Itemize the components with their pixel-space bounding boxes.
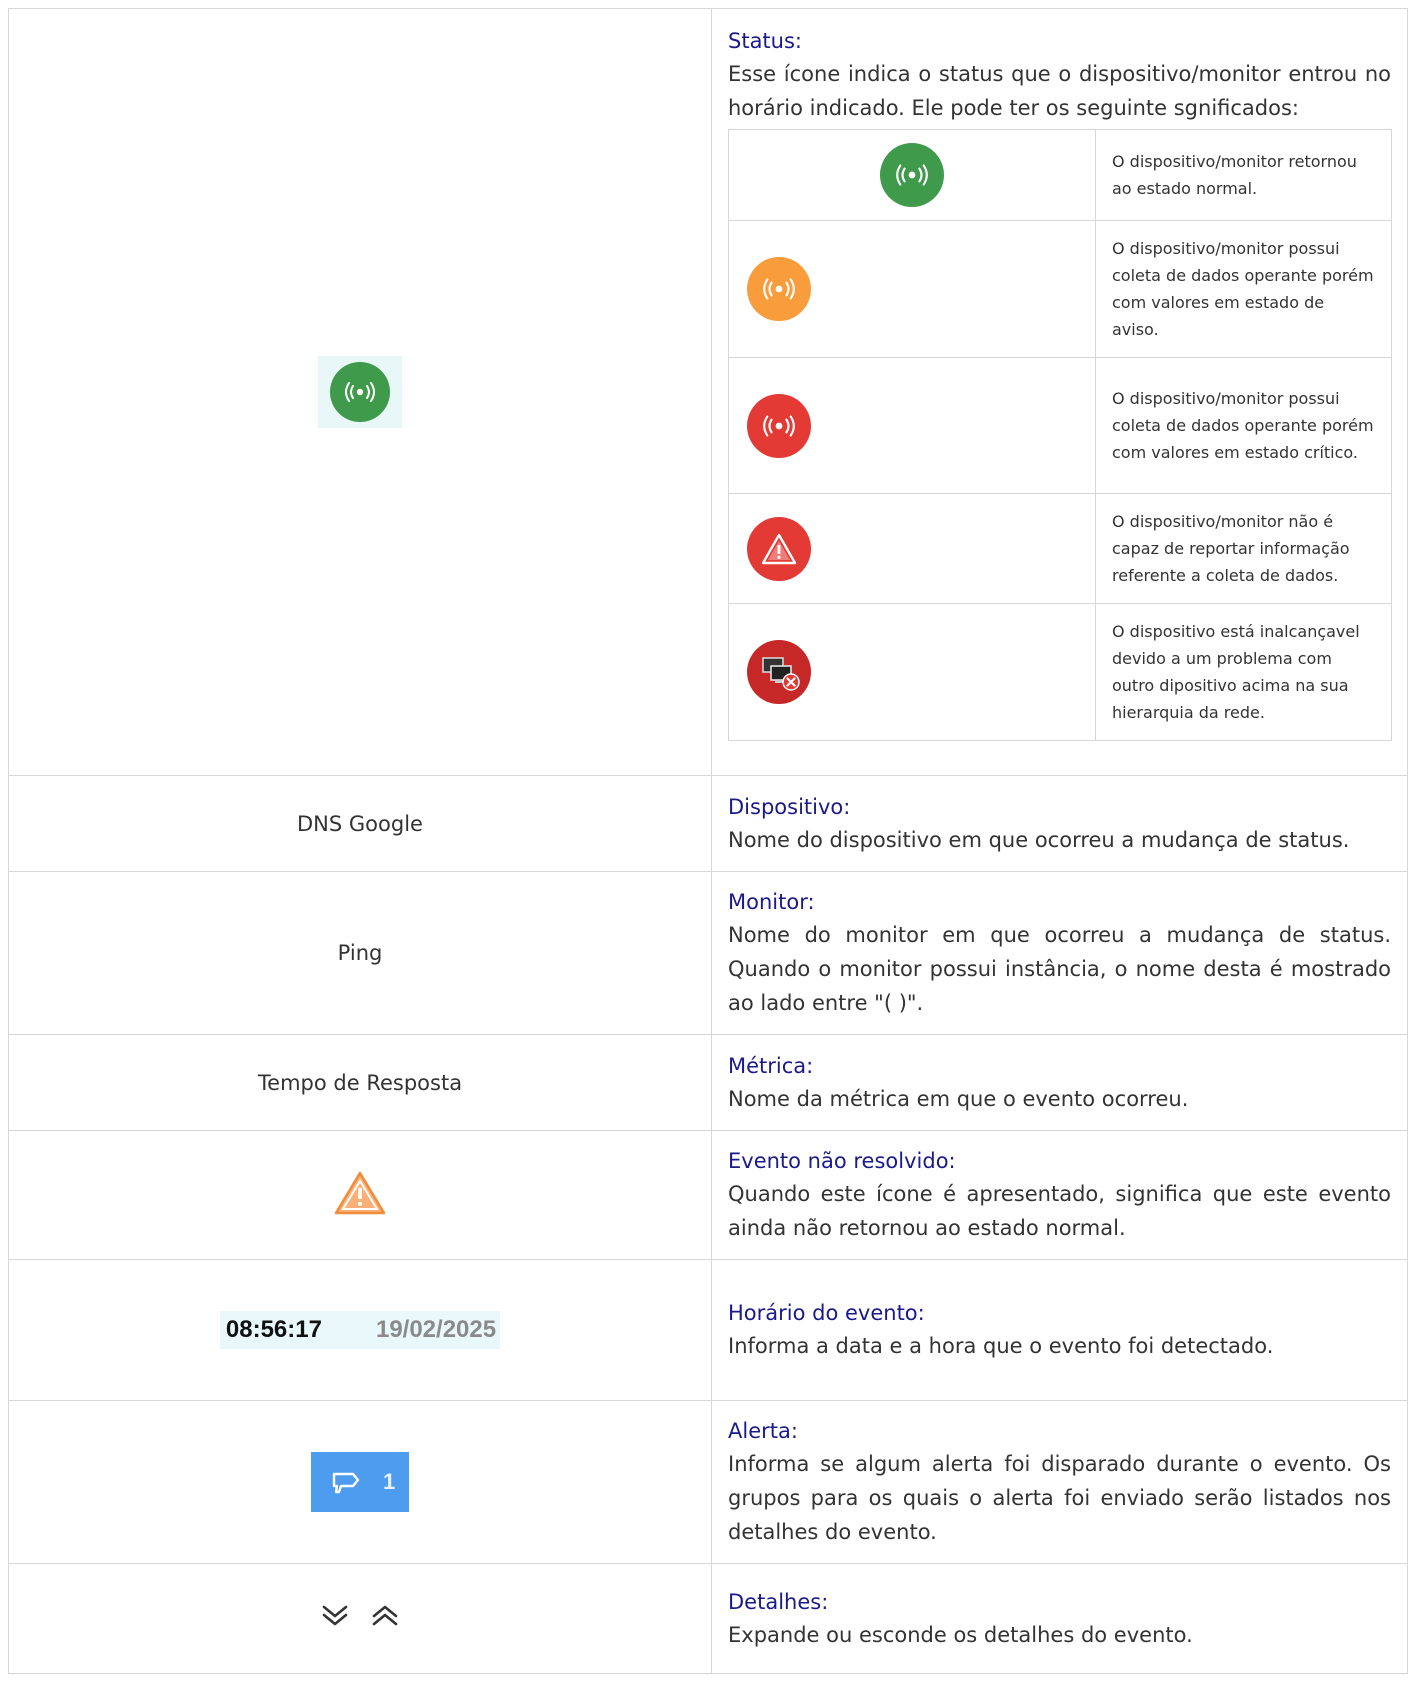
unresolved-description-cell: Evento não resolvido: Quando este ícone … — [711, 1130, 1408, 1260]
unresolved-example-cell — [8, 1130, 712, 1260]
unresolved-row: Evento não resolvido: Quando este ícone … — [8, 1130, 1408, 1260]
monitor-description: Nome do monitor em que ocorreu a mudança… — [728, 923, 1391, 1015]
warning-orange-icon — [333, 1169, 387, 1222]
time-row: 08:56:17 19/02/2025 Horário do evento: I… — [8, 1259, 1408, 1401]
page: Status: Esse ícone indica o status que o… — [0, 0, 1415, 1694]
status-meaning-icon-cell — [728, 603, 1096, 741]
status-meaning-text: O dispositivo/monitor retornou ao estado… — [1095, 129, 1392, 221]
alert-button[interactable]: 1 — [311, 1452, 409, 1512]
status-meaning-row: O dispositivo/monitor não é capaz de rep… — [728, 493, 1392, 604]
status-meaning-text: O dispositivo/monitor possui coleta de d… — [1095, 220, 1392, 358]
status-meaning-text: O dispositivo/monitor não é capaz de rep… — [1095, 493, 1392, 604]
time-label: Horário do evento: — [728, 1301, 925, 1325]
alert-count: 1 — [383, 1469, 396, 1494]
metric-example: Tempo de Resposta — [8, 1034, 712, 1131]
status-meaning-row: O dispositivo/monitor possui coleta de d… — [728, 220, 1392, 358]
status-meaning-icon-cell — [728, 493, 1096, 604]
device-example: DNS Google — [8, 775, 712, 872]
details-example-cell — [8, 1563, 712, 1674]
metric-description-cell: Métrica: Nome da métrica em que o evento… — [711, 1034, 1408, 1131]
status-description-cell: Status: Esse ícone indica o status que o… — [711, 8, 1408, 776]
alert-description: Informa se algum alerta foi disparado du… — [728, 1452, 1391, 1544]
status-row: Status: Esse ícone indica o status que o… — [8, 8, 1408, 776]
metric-row: Tempo de Resposta Métrica: Nome da métri… — [8, 1034, 1408, 1131]
alert-example-cell: 1 — [8, 1400, 712, 1564]
unreachable-network-icon — [747, 640, 811, 704]
details-label: Detalhes: — [728, 1589, 829, 1614]
status-example-cell — [8, 8, 712, 776]
device-description: Nome do dispositivo em que ocorreu a mud… — [728, 827, 1350, 852]
unresolved-description: Quando este ícone é apresentado, signifi… — [728, 1182, 1391, 1240]
event-time: 08:56:17 — [225, 1316, 322, 1343]
time-description-cell: Horário do evento: Informa a data e a ho… — [711, 1259, 1408, 1401]
alert-row: 1 Alerta: Informa se algum alerta foi di… — [8, 1400, 1408, 1564]
status-label: Status: — [728, 29, 802, 53]
status-meaning-text: O dispositivo está inalcançavel devido a… — [1095, 603, 1392, 741]
warning-red-icon — [747, 516, 811, 581]
alert-label: Alerta: — [728, 1419, 798, 1443]
signal-green-icon — [880, 143, 944, 207]
device-label: Dispositivo: — [728, 794, 851, 819]
status-meaning-icon-cell — [728, 357, 1096, 494]
time-description: Informa a data e a hora que o evento foi… — [728, 1334, 1274, 1358]
signal-green-icon — [330, 362, 390, 422]
metric-label: Métrica: — [728, 1053, 814, 1078]
megaphone-icon — [331, 1469, 361, 1495]
device-row: DNS Google Dispositivo: Nome do disposit… — [8, 775, 1408, 872]
monitor-description-cell: Monitor: Nome do monitor em que ocorreu … — [711, 871, 1408, 1035]
chevrons-up-icon[interactable] — [370, 1603, 400, 1629]
details-description: Expande ou esconde os detalhes do evento… — [728, 1622, 1193, 1647]
status-meaning-row: O dispositivo está inalcançavel devido a… — [728, 603, 1392, 741]
monitor-label: Monitor: — [728, 890, 815, 914]
details-toggle — [320, 1603, 400, 1629]
details-description-cell: Detalhes: Expande ou esconde os detalhes… — [711, 1563, 1408, 1674]
status-meaning-icon-cell — [728, 129, 1096, 221]
status-meaning-text: O dispositivo/monitor possui coleta de d… — [1095, 357, 1392, 494]
signal-red-icon — [747, 393, 811, 458]
details-row: Detalhes: Expande ou esconde os detalhes… — [8, 1563, 1408, 1674]
status-description: Esse ícone indica o status que o disposi… — [728, 62, 1391, 120]
status-meanings-table: O dispositivo/monitor retornou ao estado… — [728, 129, 1392, 741]
status-meaning-icon-cell — [728, 220, 1096, 358]
alert-description-cell: Alerta: Informa se algum alerta foi disp… — [711, 1400, 1408, 1564]
time-example-cell: 08:56:17 19/02/2025 — [8, 1259, 712, 1401]
monitor-row: Ping Monitor: Nome do monitor em que oco… — [8, 871, 1408, 1035]
chevrons-down-icon[interactable] — [320, 1603, 350, 1629]
status-meaning-row: O dispositivo/monitor possui coleta de d… — [728, 357, 1392, 494]
signal-orange-icon — [747, 257, 811, 321]
device-description-cell: Dispositivo: Nome do dispositivo em que … — [711, 775, 1408, 872]
event-timestamp: 08:56:17 19/02/2025 — [219, 1311, 501, 1349]
event-date: 19/02/2025 — [375, 1316, 497, 1343]
legend-table: Status: Esse ícone indica o status que o… — [8, 8, 1408, 1674]
status-example — [318, 356, 402, 428]
unresolved-label: Evento não resolvido: — [728, 1149, 956, 1173]
status-meaning-row: O dispositivo/monitor retornou ao estado… — [728, 129, 1392, 221]
metric-description: Nome da métrica em que o evento ocorreu. — [728, 1086, 1189, 1111]
monitor-example: Ping — [8, 871, 712, 1035]
